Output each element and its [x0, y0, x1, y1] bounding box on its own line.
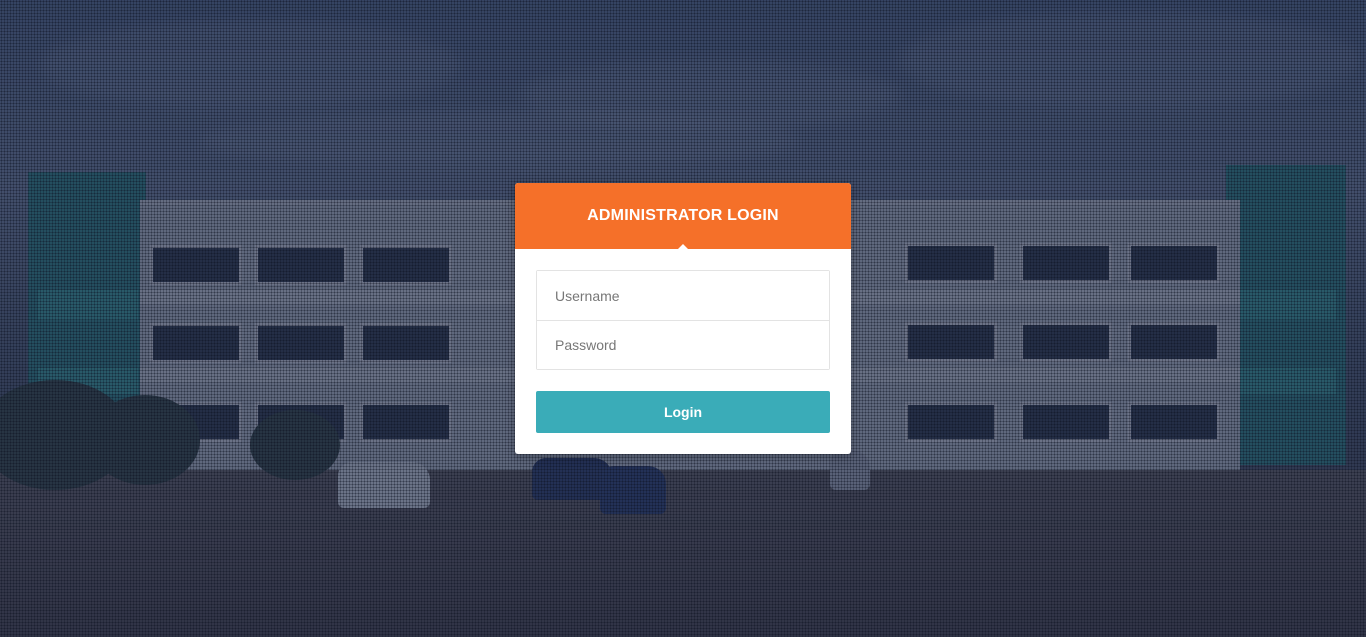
password-input[interactable] — [537, 320, 829, 369]
login-form: Login — [536, 270, 830, 433]
login-title: ADMINISTRATOR LOGIN — [587, 206, 779, 224]
login-header: ADMINISTRATOR LOGIN — [515, 183, 851, 250]
login-button[interactable]: Login — [536, 391, 830, 433]
credentials-group — [536, 270, 830, 370]
username-input[interactable] — [537, 271, 829, 320]
login-card: ADMINISTRATOR LOGIN Login — [515, 183, 851, 454]
